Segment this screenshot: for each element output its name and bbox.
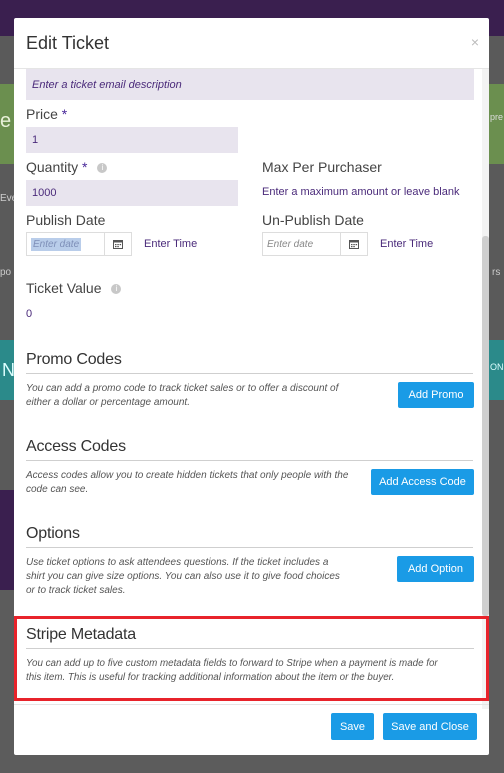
- background-peek-text: e: [0, 110, 12, 132]
- promo-desc-line: either a dollar or percentage amount.: [26, 397, 190, 408]
- stripe-metadata-description: You can add up to five custom metadata f…: [26, 657, 438, 685]
- edit-ticket-modal: Edit Ticket × Enter a ticket email descr…: [14, 18, 489, 755]
- modal-title: Edit Ticket: [26, 33, 110, 53]
- quantity-input[interactable]: 1000: [26, 180, 238, 206]
- max-per-purchaser-input[interactable]: Enter a maximum amount or leave blank: [262, 186, 459, 198]
- options-desc-line: Use ticket options to ask attendees ques…: [26, 557, 329, 568]
- info-icon[interactable]: i: [111, 284, 122, 294]
- max-per-purchaser-label: Max Per Purchaser: [262, 159, 382, 175]
- options-description: Use ticket options to ask attendees ques…: [26, 556, 340, 598]
- price-label: Price *: [26, 106, 67, 122]
- background-peek-text: ON: [490, 362, 504, 372]
- required-mark: *: [61, 106, 68, 122]
- unpublish-date-input[interactable]: Enter date: [263, 233, 341, 255]
- email-description-placeholder: Enter a ticket email description: [32, 78, 182, 91]
- save-button[interactable]: Save: [331, 713, 374, 740]
- price-label-text: Price: [26, 106, 58, 122]
- options-title: Options: [26, 525, 80, 542]
- background-peek-text: rs: [492, 267, 501, 278]
- background-green-band-right: [488, 84, 504, 164]
- access-codes-title: Access Codes: [26, 438, 126, 455]
- stripe-desc-line: this item. This is useful for tracking a…: [26, 672, 395, 683]
- promo-codes-title: Promo Codes: [26, 351, 122, 368]
- publish-date-group: Enter date: [26, 232, 132, 256]
- unpublish-date-placeholder: Enter date: [267, 238, 314, 250]
- save-and-close-button[interactable]: Save and Close: [383, 713, 477, 740]
- add-access-code-button[interactable]: Add Access Code: [371, 469, 474, 495]
- publish-date-placeholder: Enter date: [31, 237, 82, 251]
- close-icon[interactable]: ×: [471, 34, 479, 50]
- calendar-icon[interactable]: [341, 233, 367, 255]
- promo-desc-line: You can add a promo code to track ticket…: [26, 383, 339, 394]
- required-mark: *: [82, 159, 88, 175]
- divider: [26, 547, 473, 548]
- modal-header: Edit Ticket ×: [14, 18, 489, 69]
- background-peek-text: po: [0, 267, 12, 278]
- background-peek-text: pre: [490, 112, 504, 122]
- access-codes-description: Access codes allow you to create hidden …: [26, 469, 348, 497]
- add-option-button[interactable]: Add Option: [397, 556, 474, 582]
- stripe-metadata-title: Stripe Metadata: [26, 626, 136, 643]
- access-desc-line: code can see.: [26, 484, 89, 495]
- unpublish-time-input[interactable]: Enter Time: [380, 238, 433, 250]
- price-input[interactable]: 1: [26, 127, 238, 153]
- divider: [26, 648, 474, 649]
- publish-date-label: Publish Date: [26, 212, 106, 228]
- divider: [26, 373, 473, 374]
- access-desc-line: Access codes allow you to create hidden …: [26, 470, 349, 481]
- publish-time-input[interactable]: Enter Time: [144, 238, 197, 250]
- price-value: 1: [32, 134, 39, 146]
- unpublish-date-label: Un-Publish Date: [262, 212, 364, 228]
- info-icon[interactable]: i: [97, 163, 108, 173]
- quantity-label: Quantity * i: [26, 159, 108, 175]
- quantity-value: 1000: [32, 187, 57, 199]
- add-promo-button[interactable]: Add Promo: [398, 382, 474, 408]
- email-description-field[interactable]: Enter a ticket email description: [26, 69, 474, 100]
- ticket-value-input[interactable]: 0: [26, 308, 32, 320]
- promo-codes-description: You can add a promo code to track ticket…: [26, 382, 338, 410]
- unpublish-date-group: Enter date: [262, 232, 368, 256]
- calendar-icon[interactable]: [105, 233, 131, 255]
- modal-scrollbar-thumb[interactable]: [482, 236, 489, 616]
- stripe-desc-line: You can add up to five custom metadata f…: [26, 658, 438, 669]
- publish-date-input[interactable]: Enter date: [27, 233, 105, 255]
- options-desc-line: shirt you can give size options. You can…: [26, 571, 340, 582]
- ticket-value-label: Ticket Value i: [26, 280, 122, 296]
- ticket-value-label-text: Ticket Value: [26, 280, 102, 296]
- quantity-label-text: Quantity: [26, 159, 79, 175]
- options-desc-line: or to track ticket sales.: [26, 585, 126, 596]
- divider: [26, 460, 473, 461]
